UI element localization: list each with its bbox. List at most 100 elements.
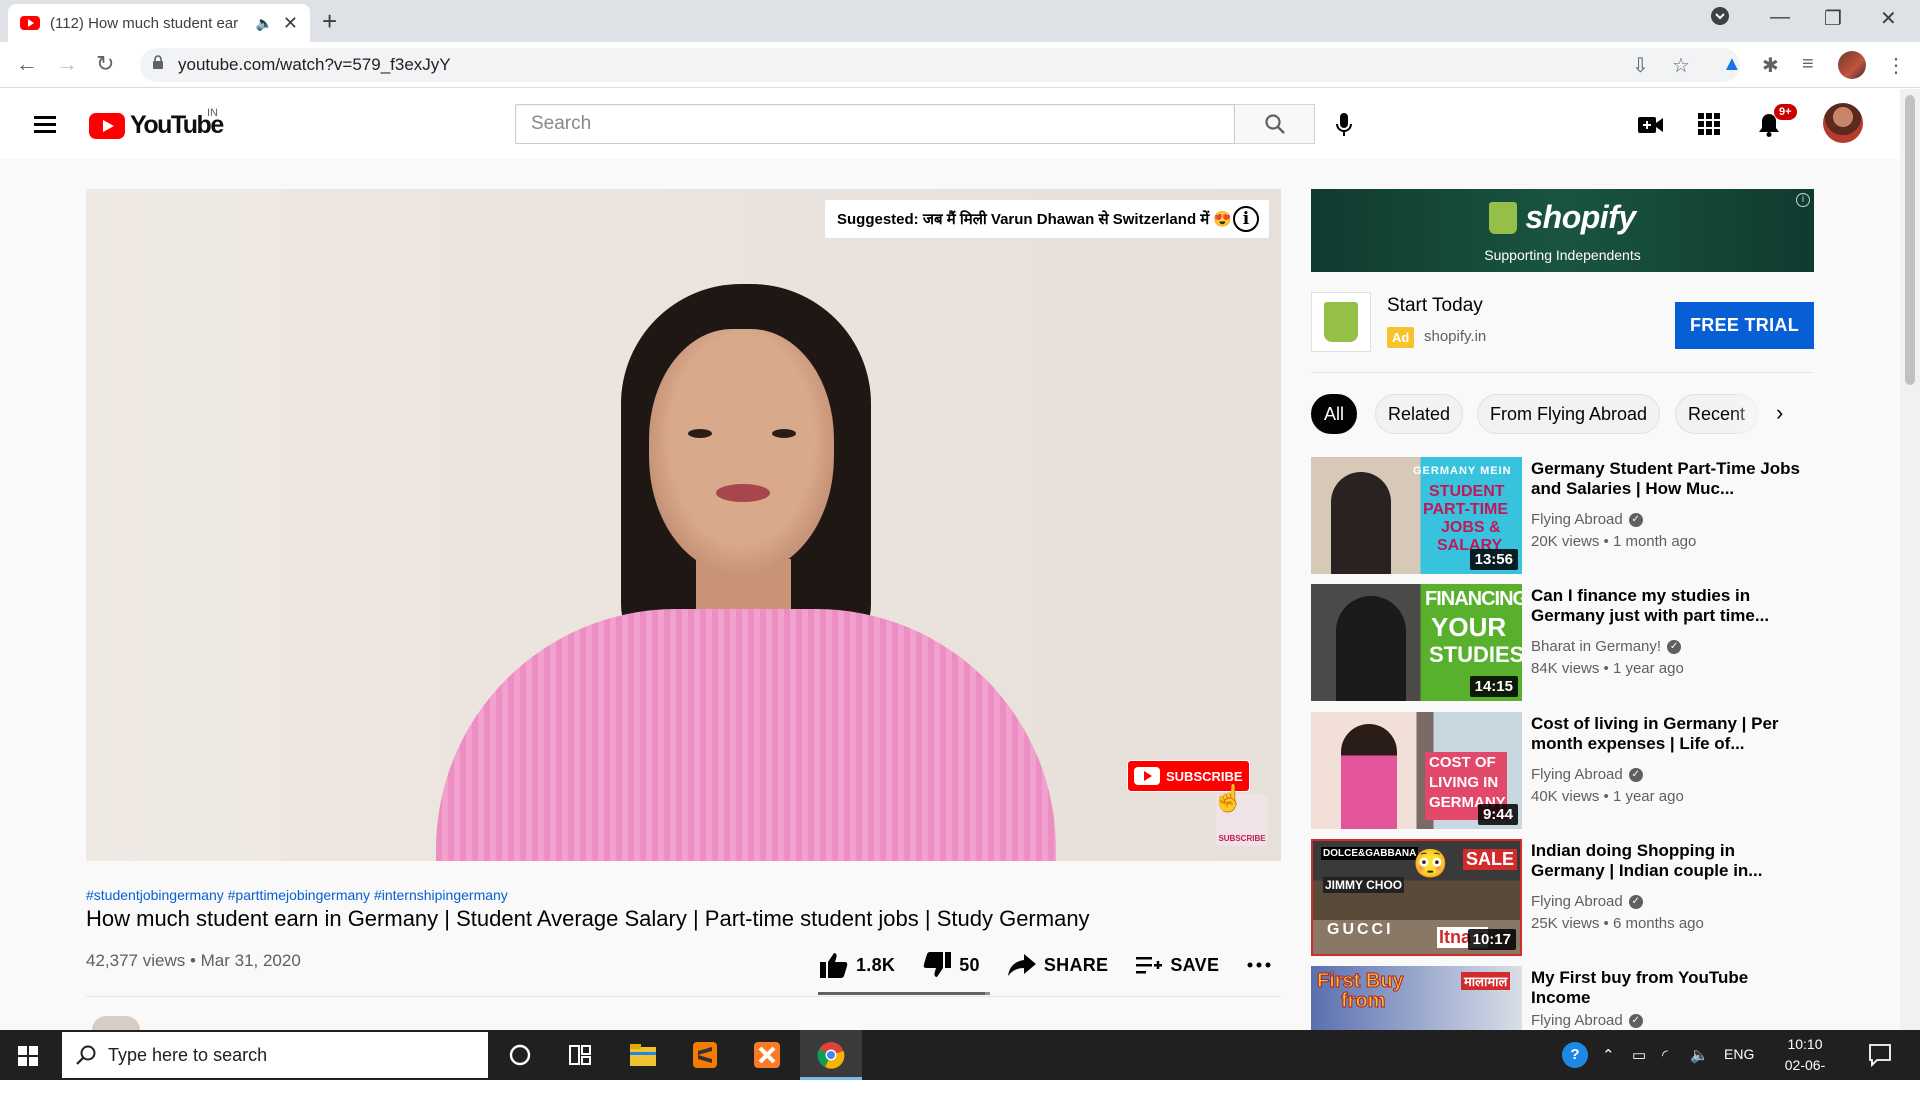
page-scrollbar[interactable] [1900, 89, 1920, 1030]
show-hidden-icons-icon[interactable]: ⌃ [1602, 1046, 1615, 1064]
recommendation-item[interactable]: COST OF LIVING IN GERMANY 9:44 Cost of l… [1311, 712, 1814, 829]
more-actions-button[interactable] [1247, 962, 1271, 968]
shopify-bag-icon [1324, 302, 1358, 342]
forward-arrow-icon[interactable]: → [56, 51, 78, 77]
xampp-icon[interactable] [752, 1040, 782, 1070]
minimize-button[interactable]: — [1770, 6, 1790, 29]
recommendation-channel[interactable]: Flying Abroad ✓ [1531, 511, 1643, 528]
channel-name: Flying Abroad [1531, 766, 1623, 783]
channel-name: Bharat in Germany! [1531, 638, 1662, 655]
new-tab-button[interactable]: + [322, 6, 337, 37]
cortana-icon[interactable] [505, 1040, 535, 1070]
chip-related[interactable]: Related [1375, 394, 1464, 434]
tab-search-icon[interactable] [1710, 6, 1730, 32]
hand-cursor-icon: ☝ [1212, 783, 1245, 813]
bookmark-star-icon[interactable]: ☆ [1672, 53, 1690, 78]
ad-info-icon[interactable]: i [1796, 193, 1810, 207]
help-icon[interactable]: ? [1562, 1042, 1588, 1068]
video-thumbnail[interactable]: FINANCING YOUR STUDIES 14:15 [1311, 584, 1522, 701]
like-button[interactable]: 1.8K [820, 952, 895, 978]
recommendation-title[interactable]: Cost of living in Germany | Per month ex… [1531, 714, 1801, 754]
recommendation-item[interactable]: GERMANY MEIN STUDENT PART-TIME JOBS & SA… [1311, 457, 1814, 574]
recommendation-channel[interactable]: Flying Abroad ✓ [1531, 893, 1643, 910]
apps-grid-icon[interactable] [1698, 113, 1720, 135]
chrome-icon[interactable] [816, 1040, 846, 1070]
file-explorer-icon[interactable] [628, 1040, 658, 1070]
video-thumbnail[interactable]: DOLCE&GABBANA JIMMY CHOO GUCCI 😳 SALE It… [1311, 839, 1522, 956]
thumb-person [1331, 472, 1391, 574]
media-queue-icon[interactable]: ≡ [1802, 53, 1814, 76]
chips-fade [1730, 394, 1770, 434]
profile-avatar[interactable] [1838, 51, 1866, 79]
ad-brand-logo: shopify [1311, 199, 1814, 236]
windows-start-icon[interactable] [18, 1046, 38, 1066]
recommendation-title[interactable]: Indian doing Shopping in Germany | India… [1531, 841, 1801, 881]
create-video-icon[interactable] [1638, 116, 1664, 134]
close-window-button[interactable]: ✕ [1880, 6, 1897, 31]
free-trial-button[interactable]: FREE TRIAL [1675, 302, 1814, 349]
dislike-button[interactable]: 50 [923, 952, 980, 978]
chip-from-flying-abroad[interactable]: From Flying Abroad [1477, 394, 1661, 434]
install-app-icon[interactable]: ⇩ [1632, 53, 1649, 78]
taskbar-search-box[interactable]: Type here to search [62, 1032, 488, 1078]
recommendation-channel[interactable]: Flying Abroad ✓ [1531, 1012, 1643, 1029]
restore-button[interactable]: ❐ [1824, 6, 1842, 31]
recommendation-channel[interactable]: Flying Abroad ✓ [1531, 766, 1643, 783]
speaker-icon[interactable]: 🔈 [255, 15, 272, 32]
recommendation-title[interactable]: Germany Student Part-Time Jobs and Salar… [1531, 459, 1801, 499]
info-icon[interactable]: i [1233, 206, 1259, 232]
channel-avatar[interactable] [92, 1016, 140, 1030]
extension-a-icon[interactable]: ▲ [1722, 53, 1742, 76]
lock-icon[interactable] [152, 55, 164, 69]
emoji-face-icon: 😳 [1413, 848, 1448, 879]
youtube-logo[interactable]: YouTube IN [89, 107, 224, 140]
recommendation-title[interactable]: My First buy from YouTube Income [1531, 968, 1801, 1008]
video-player[interactable]: Suggested: जब मैं मिली Varun Dhawan से S… [86, 189, 1281, 861]
sublime-text-icon[interactable] [690, 1040, 720, 1070]
scrollbar-thumb[interactable] [1905, 95, 1915, 385]
notification-center-icon[interactable] [1868, 1043, 1892, 1067]
extensions-puzzle-icon[interactable]: ✱ [1762, 53, 1779, 78]
search-button[interactable] [1235, 104, 1315, 144]
video-thumbnail[interactable]: GERMANY MEIN STUDENT PART-TIME JOBS & SA… [1311, 457, 1522, 574]
microphone-icon[interactable] [1335, 113, 1353, 137]
save-button[interactable]: SAVE [1136, 955, 1219, 976]
share-button[interactable]: SHARE [1007, 954, 1109, 976]
recommendation-title[interactable]: Can I finance my studies in Germany just… [1531, 586, 1801, 626]
video-thumbnail[interactable]: COST OF LIVING IN GERMANY 9:44 [1311, 712, 1522, 829]
recommendation-item[interactable]: DOLCE&GABBANA JIMMY CHOO GUCCI 😳 SALE It… [1311, 839, 1814, 956]
browser-menu-icon[interactable]: ⋮ [1886, 53, 1906, 78]
language-indicator[interactable]: ENG [1724, 1046, 1754, 1062]
reload-icon[interactable]: ↻ [96, 51, 114, 77]
verified-check-icon: ✓ [1667, 639, 1682, 654]
taskbar-clock[interactable]: 10:10 02-06-2021 [1770, 1034, 1840, 1097]
wifi-icon[interactable]: ◜ [1662, 1046, 1668, 1064]
close-tab-icon[interactable]: ✕ [283, 13, 298, 34]
address-bar[interactable]: youtube.com/watch?v=579_f3exJyY [140, 48, 1740, 82]
suggested-video-card[interactable]: Suggested: जब मैं मिली Varun Dhawan से S… [825, 200, 1269, 238]
recommendation-channel[interactable]: Bharat in Germany! ✓ [1531, 638, 1682, 655]
thumb-text: JOBS & [1441, 519, 1501, 536]
account-avatar[interactable] [1823, 103, 1863, 143]
back-arrow-icon[interactable]: ← [16, 51, 38, 77]
country-code: IN [207, 107, 218, 119]
video-hashtags[interactable]: #studentjobingermany #parttimejobingerma… [86, 887, 508, 903]
thumb-text: DOLCE&GABBANA [1321, 847, 1419, 860]
video-frame-face [649, 329, 834, 574]
video-frame-eye [688, 429, 712, 438]
thumb-text: FINANCING [1425, 588, 1522, 610]
battery-icon[interactable]: ▭ [1632, 1046, 1646, 1064]
thumb-text: GUCCI [1327, 921, 1394, 938]
video-thumbnail[interactable]: First Buy from मालामाल [1311, 966, 1522, 1030]
browser-tab[interactable]: (112) How much student ear 🔈 ✕ [8, 4, 310, 42]
chevron-right-icon[interactable]: › [1776, 400, 1783, 426]
volume-icon[interactable]: 🔈 [1690, 1046, 1709, 1064]
recommendation-item[interactable]: FINANCING YOUR STUDIES 14:15 Can I finan… [1311, 584, 1814, 701]
menu-icon[interactable] [34, 116, 56, 133]
chip-all[interactable]: All [1311, 394, 1358, 434]
task-view-icon[interactable] [565, 1040, 595, 1070]
ad-banner[interactable]: shopify Supporting Independents i [1311, 189, 1814, 272]
recommendation-item[interactable]: First Buy from मालामाल My First buy from… [1311, 966, 1814, 1030]
search-input[interactable]: Search [515, 104, 1235, 144]
video-actions: 1.8K 50 SHARE SAVE [820, 950, 1299, 980]
